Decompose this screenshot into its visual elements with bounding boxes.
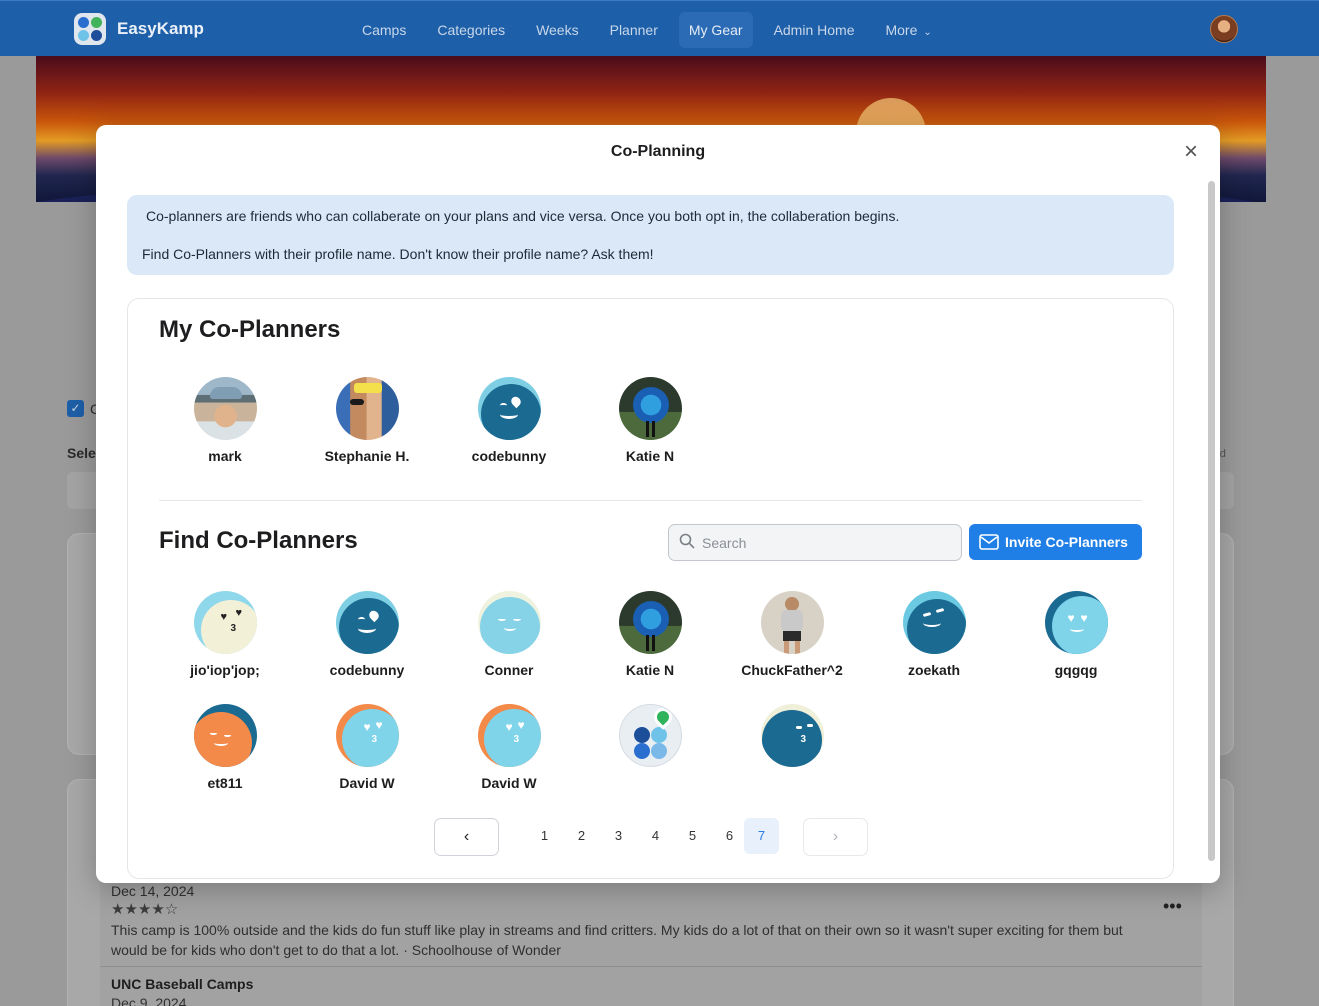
result-name: ChuckFather^2 (741, 662, 843, 678)
info-banner: Co-planners are friends who can collaber… (127, 195, 1174, 275)
nav-link-weeks[interactable]: Weeks (526, 12, 589, 48)
search-result-card[interactable]: Katie N (579, 591, 721, 678)
brand-name: EasyKamp (117, 19, 204, 38)
nav-links: Camps Categories Weeks Planner My Gear A… (352, 12, 953, 48)
review-camp-title[interactable]: UNC Baseball Camps (111, 976, 253, 992)
search-result-card[interactable]: ♥ ♥ 3 David W (438, 704, 580, 791)
coplanner-card[interactable]: Katie N (579, 377, 721, 464)
search-result-card[interactable]: Conner (438, 591, 580, 678)
co-planning-modal: Co-Planning × Co-planners are friends wh… (96, 125, 1220, 883)
page-2-button[interactable]: 2 (564, 818, 599, 854)
avatar: ♥ ♥ 3 (477, 704, 541, 767)
background-select-label: Sele (67, 445, 96, 461)
search-result-card[interactable]: zoekath (863, 591, 1005, 678)
more-options-icon[interactable]: ••• (1163, 896, 1182, 917)
my-coplanners-heading: My Co-Planners (159, 316, 341, 343)
result-name: David W (339, 775, 395, 791)
modal-scrollbar[interactable] (1208, 181, 1215, 861)
avatar (902, 591, 966, 654)
page-5-button[interactable]: 5 (675, 818, 710, 854)
avatar (335, 377, 399, 440)
search-result-card[interactable]: 3 (721, 704, 863, 775)
coplanner-card[interactable]: Stephanie H. (296, 377, 438, 464)
avatar (335, 591, 399, 654)
pagination: ‹ 1 2 3 4 5 6 7 › (434, 818, 869, 856)
info-line-2: Find Co-Planners with their profile name… (142, 246, 654, 262)
result-name: Conner (484, 662, 534, 678)
easykamp-logo-icon (618, 704, 682, 767)
nav-link-planner[interactable]: Planner (600, 12, 668, 48)
coplanners-panel: My Co-Planners mark Stephanie H. codebun… (127, 298, 1174, 879)
search-result-card[interactable] (579, 704, 721, 775)
user-avatar[interactable] (1210, 15, 1238, 43)
coplanner-name: mark (208, 448, 242, 464)
chevron-down-icon: ⌄ (923, 27, 932, 38)
search-box[interactable] (668, 524, 962, 561)
avatar: ♥ ♥ 3 (193, 591, 257, 654)
nav-link-categories[interactable]: Categories (427, 12, 515, 48)
review-divider (100, 966, 1202, 967)
avatar: ♥ ♥ 3 (335, 704, 399, 767)
page-1-button[interactable]: 1 (527, 818, 562, 854)
search-result-card[interactable]: ♥ ♥ 3 jio'iop'jop; (154, 591, 296, 678)
page-4-button[interactable]: 4 (638, 818, 673, 854)
reviews-list: Dec 14, 2024 ★★★★☆ This camp is 100% out… (100, 882, 1202, 1006)
coplanner-name: codebunny (471, 448, 547, 464)
avatar (193, 377, 257, 440)
review-date: Dec 14, 2024 (111, 883, 195, 899)
result-name: gqgqg (1054, 662, 1098, 678)
avatar: 3 (760, 704, 824, 767)
invite-coplanners-button[interactable]: Invite Co-Planners (969, 524, 1142, 560)
result-name: jio'iop'jop; (190, 662, 260, 678)
coplanner-name: Stephanie H. (324, 448, 410, 464)
modal-title: Co-Planning (610, 143, 706, 160)
search-result-card[interactable]: ♥ ♥ 3 David W (296, 704, 438, 791)
search-result-card[interactable]: codebunny (296, 591, 438, 678)
avatar (477, 591, 541, 654)
background-checkbox[interactable]: ✓ (67, 400, 84, 417)
avatar (477, 377, 541, 440)
result-name: David W (481, 775, 537, 791)
search-result-card[interactable]: ♥ ♥ gqgqg (1005, 591, 1147, 678)
avatar (193, 704, 257, 767)
page-3-button[interactable]: 3 (601, 818, 636, 854)
result-name: zoekath (907, 662, 961, 678)
close-icon[interactable]: × (1180, 140, 1202, 164)
nav-link-more[interactable]: More ⌄ (875, 12, 941, 48)
search-result-card[interactable]: et811 (154, 704, 296, 791)
nav-link-admin-home[interactable]: Admin Home (764, 12, 865, 48)
coplanner-card[interactable]: codebunny (438, 377, 580, 464)
search-icon (679, 533, 695, 549)
nav-link-camps[interactable]: Camps (352, 12, 416, 48)
page-6-button[interactable]: 6 (712, 818, 747, 854)
envelope-icon (979, 534, 999, 550)
page-7-button[interactable]: 7 (744, 818, 779, 854)
section-divider (159, 500, 1142, 501)
result-name: codebunny (329, 662, 405, 678)
nav-link-more-label: More (885, 22, 918, 38)
avatar (760, 591, 824, 654)
info-line-1: Co-planners are friends who can collaber… (146, 208, 900, 224)
brand[interactable]: EasyKamp (74, 13, 204, 45)
result-name: Katie N (625, 662, 675, 678)
invite-button-label: Invite Co-Planners (1005, 534, 1128, 550)
search-input[interactable] (702, 533, 952, 553)
avatar (618, 377, 682, 440)
search-result-card[interactable]: ChuckFather^2 (721, 591, 863, 678)
review-text: This camp is 100% outside and the kids d… (111, 922, 1123, 958)
easykamp-logo-icon (74, 13, 106, 45)
nav-link-my-gear[interactable]: My Gear (678, 12, 753, 48)
review-stars: ★★★★☆ (111, 901, 179, 918)
previous-page-button[interactable]: ‹ (434, 818, 499, 856)
top-nav-bar: EasyKamp Camps Categories Weeks Planner … (0, 0, 1319, 56)
coplanner-name: Katie N (625, 448, 675, 464)
review-date: Dec 9, 2024 (111, 995, 187, 1006)
find-coplanners-heading: Find Co-Planners (159, 527, 358, 554)
next-page-button[interactable]: › (803, 818, 868, 856)
avatar: ♥ ♥ (1044, 591, 1108, 654)
result-name: et811 (207, 775, 243, 791)
avatar (618, 591, 682, 654)
coplanner-card[interactable]: mark (154, 377, 296, 464)
